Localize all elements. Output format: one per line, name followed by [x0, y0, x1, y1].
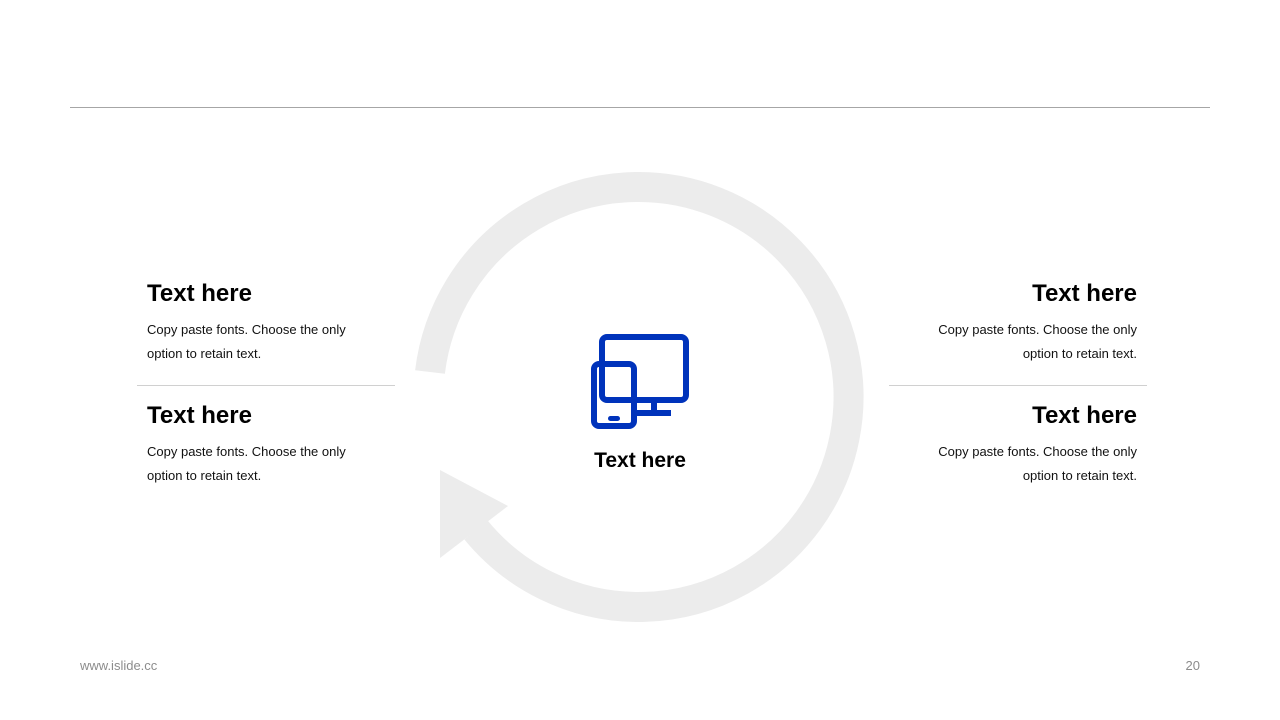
right-block-1: Text here Copy paste fonts. Choose the o…	[907, 280, 1137, 366]
footer-url: www.islide.cc	[80, 658, 158, 673]
right-block-1-heading: Text here	[1032, 280, 1137, 307]
right-block-2-heading: Text here	[1032, 402, 1137, 429]
right-block-2-body: Copy paste fonts. Choose the only option…	[938, 444, 1137, 483]
devices-icon	[591, 334, 689, 429]
right-block-2: Text here Copy paste fonts. Choose the o…	[907, 402, 1137, 488]
left-block-1-body: Copy paste fonts. Choose the only option…	[147, 322, 346, 361]
top-divider	[70, 107, 1210, 108]
left-block-2-heading: Text here	[147, 402, 252, 429]
center-label: Text here	[594, 449, 686, 472]
left-block-2-body: Copy paste fonts. Choose the only option…	[147, 444, 346, 483]
left-block-1: Text here Copy paste fonts. Choose the o…	[147, 280, 377, 366]
page-number: 20	[1185, 658, 1200, 673]
slide: Text here Copy paste fonts. Choose the o…	[0, 0, 1280, 720]
left-block-1-heading: Text here	[147, 280, 252, 307]
right-block-1-body: Copy paste fonts. Choose the only option…	[938, 322, 1137, 361]
left-divider	[137, 385, 395, 386]
right-divider	[889, 385, 1147, 386]
left-block-2: Text here Copy paste fonts. Choose the o…	[147, 402, 377, 488]
